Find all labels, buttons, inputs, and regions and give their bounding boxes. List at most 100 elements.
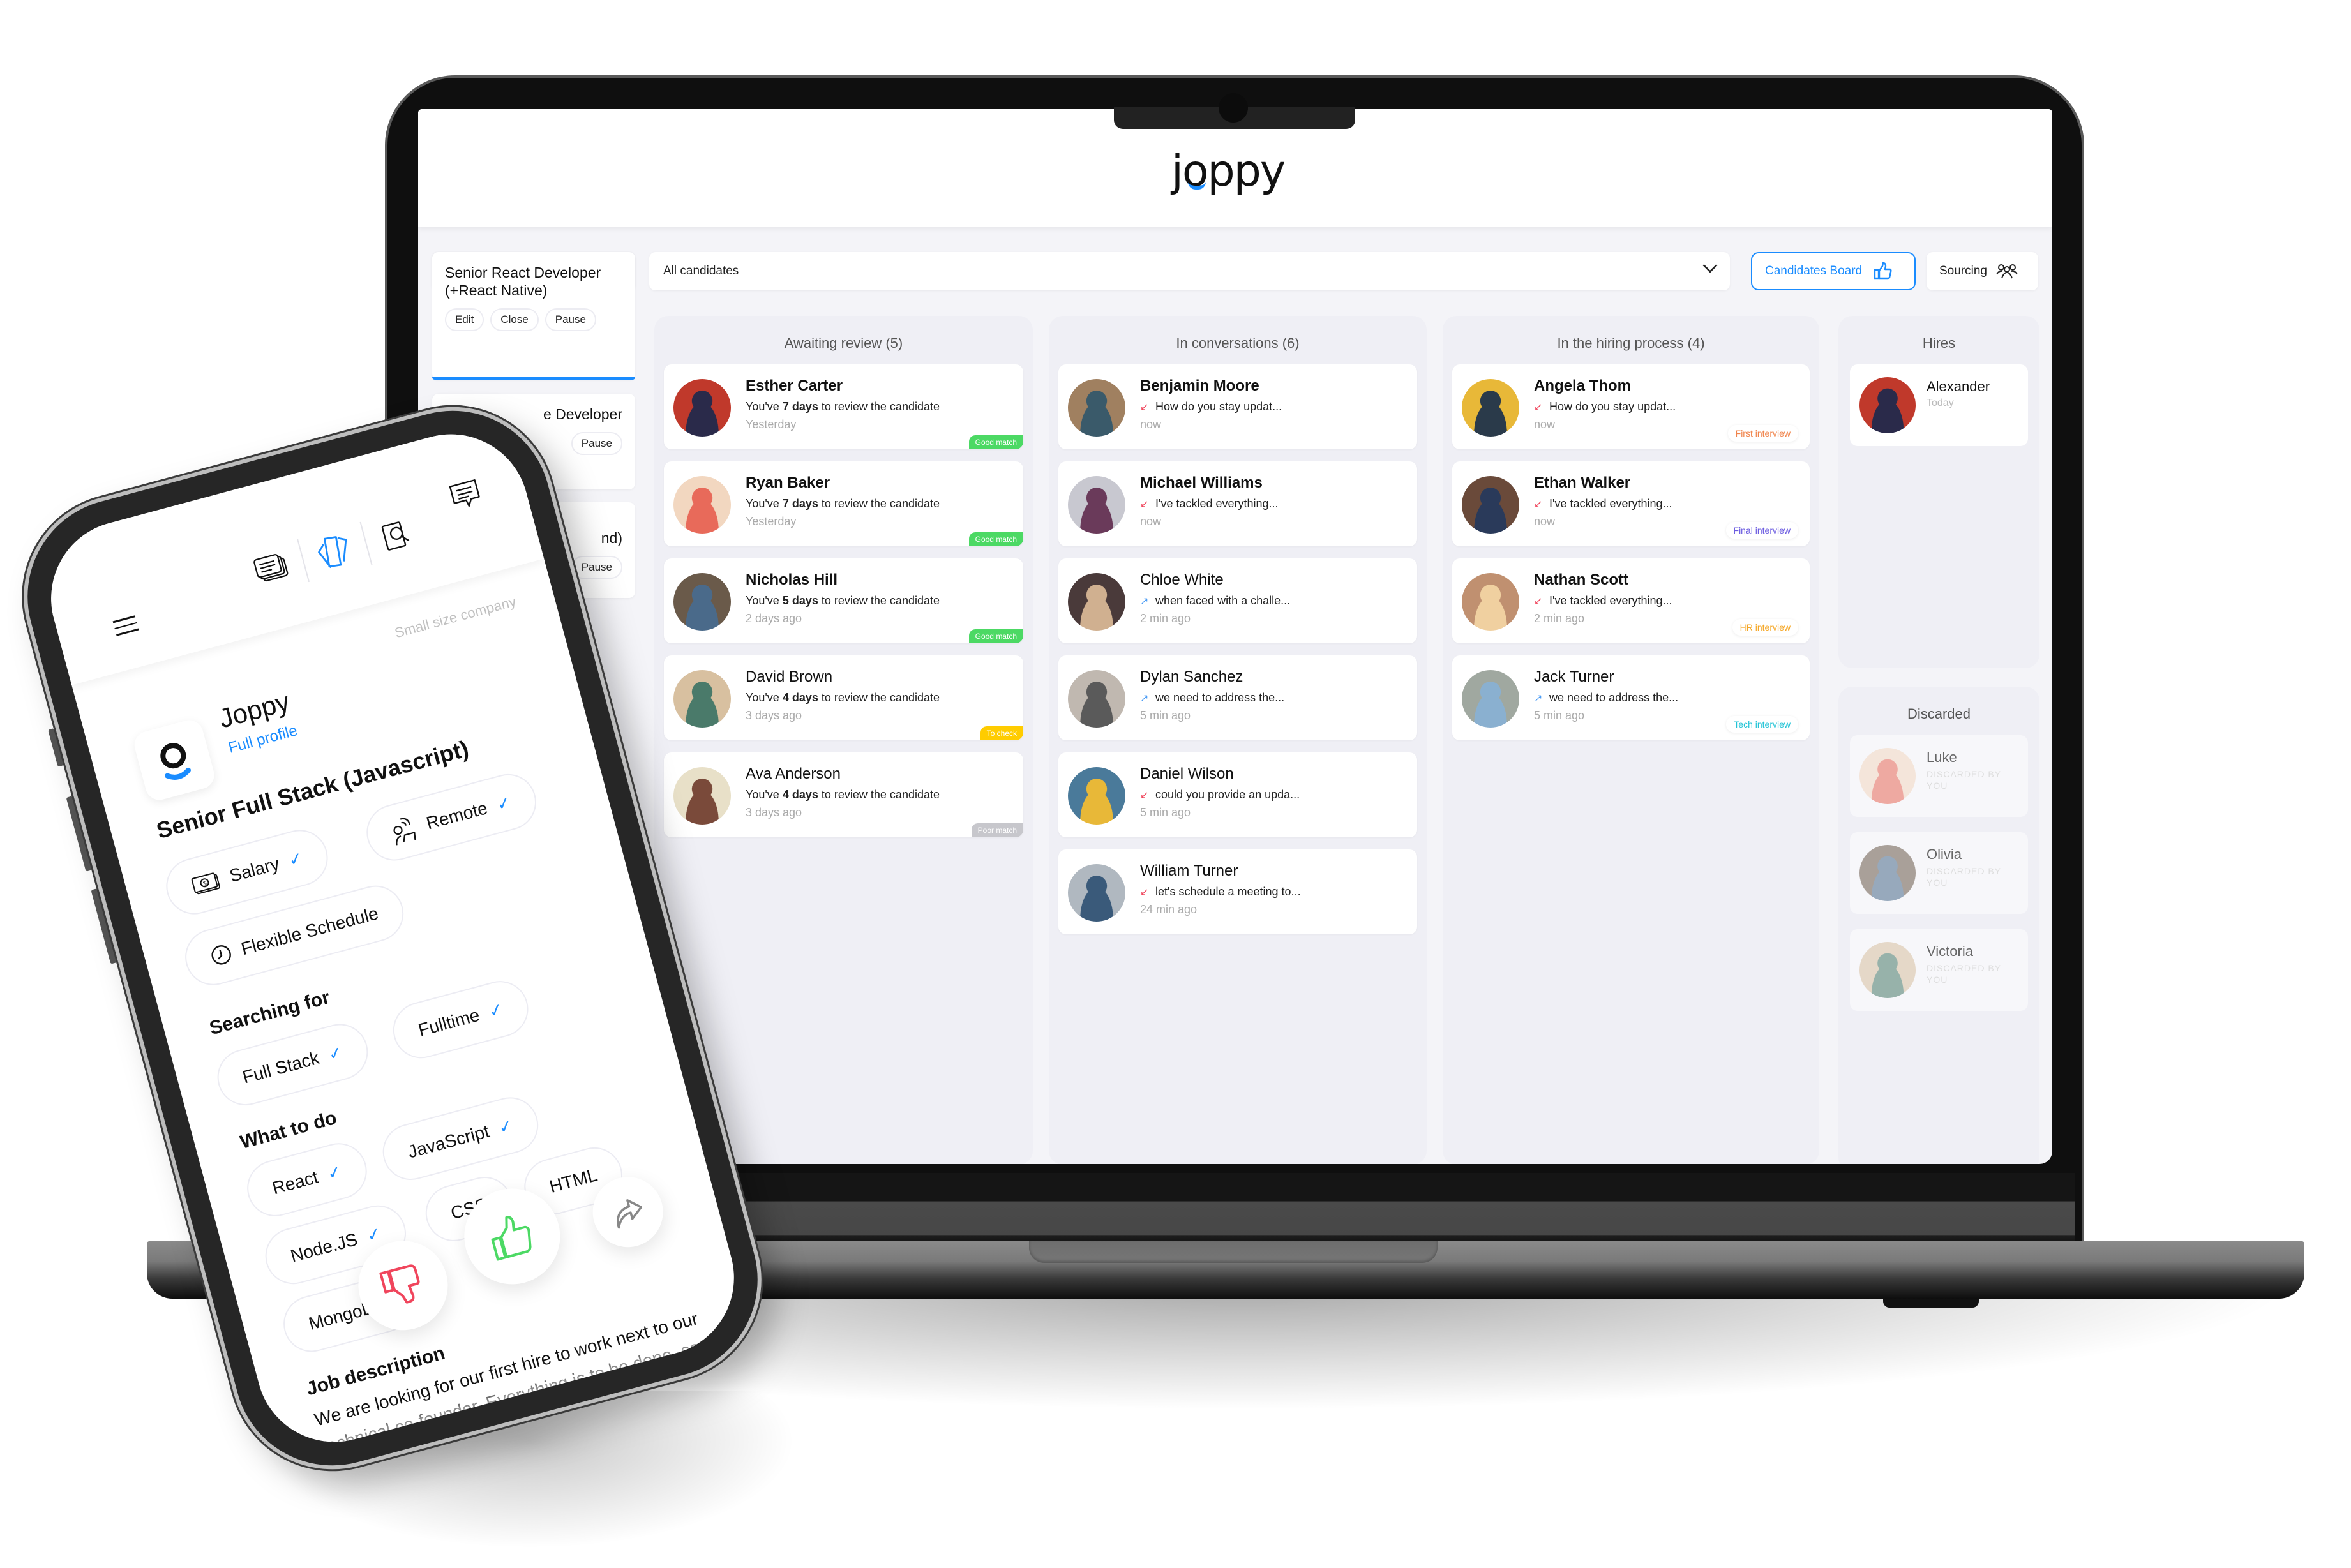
avatar[interactable] [1068,573,1125,631]
last-message: ↙ I've tackled everything... [1534,594,1672,608]
candidate-card[interactable]: Ava Anderson You've 4 days to review the … [664,752,1023,837]
candidate-card[interactable]: Dylan Sanchez ↗ we need to address the... 5… [1058,655,1417,740]
avatar[interactable] [1859,748,1916,804]
thumbs-up-icon [1874,262,1892,280]
candidate-name: Jack Turner [1534,668,1614,685]
message-time: 2 min ago [1534,612,1585,625]
avatar[interactable] [1068,379,1125,437]
avatar[interactable] [673,767,731,825]
candidate-card[interactable]: Chloe White ↗ when faced with a challe... 2… [1058,558,1417,643]
candidate-card[interactable]: Jack Turner ↗ we need to address the... 5 m… [1452,655,1810,740]
sourcing-label: Sourcing [1939,264,1987,278]
laptop-lid-opening-notch [1029,1241,1438,1263]
avatar[interactable] [673,573,731,631]
candidate-name: Ava Anderson [746,765,841,782]
offer-close-button[interactable]: Close [490,308,539,331]
brand-logo[interactable]: joppy [1171,142,1286,197]
message-time: now [1534,515,1556,528]
message-preview: we need to address the... [1155,691,1285,704]
candidate-card[interactable]: Benjamin Moore ↙ How do you stay updat... n… [1058,364,1417,449]
discarded-candidate-card[interactable]: Olivia DISCARDED BY YOU [1850,832,2028,914]
column-discarded: Discarded Luke DISCARDED BY YOU Olivia DISC… [1838,687,2039,1164]
last-message: ↙ How do you stay updat... [1140,400,1282,414]
avatar[interactable] [673,476,731,534]
deadline-prefix: You've [746,788,783,801]
hire-date: Today [1927,398,1954,408]
candidate-card[interactable]: Michael Williams ↙ I've tackled everything… [1058,461,1417,546]
incoming-message-arrow-icon: ↙ [1140,887,1149,898]
avatar[interactable] [1859,845,1916,901]
candidate-name: Victoria [1927,943,1973,959]
avatar[interactable] [1068,670,1125,728]
incoming-message-arrow-icon: ↙ [1534,596,1543,607]
incoming-message-arrow-icon: ↙ [1140,499,1149,510]
offer-pause-button[interactable]: Pause [571,432,622,455]
candidate-card[interactable]: Daniel Wilson ↙ could you provide an upda.… [1058,752,1417,837]
candidate-time: Yesterday [746,515,797,528]
candidate-name: Chloe White [1140,571,1224,588]
message-preview: I've tackled everything... [1155,497,1279,510]
message-preview: when faced with a challe... [1155,594,1291,607]
deadline-suffix: to review the candidate [818,788,940,801]
deadline-days: 4 days [782,691,818,704]
offer-title: Senior React Developer (+React Native) [445,264,601,299]
avatar[interactable] [673,379,731,437]
candidate-card[interactable]: Nathan Scott ↙ I've tackled everything... 2… [1452,558,1810,643]
message-preview: How do you stay updat... [1155,400,1282,413]
candidate-card[interactable]: Ethan Walker ↙ I've tackled everything... n… [1452,461,1810,546]
outgoing-message-arrow-icon: ↗ [1534,693,1543,704]
offer-pause-button[interactable]: Pause [545,308,596,331]
message-preview: we need to address the... [1549,691,1679,704]
candidate-card[interactable]: Angela Thom ↙ How do you stay updat... now F… [1452,364,1810,449]
discarded-by-label: DISCARDED BY YOU [1927,866,2001,888]
avatar[interactable] [1068,767,1125,825]
candidates-board-button[interactable]: Candidates Board [1751,252,1916,290]
candidate-name: Ryan Baker [746,474,830,491]
candidate-time: Yesterday [746,418,797,431]
candidate-name: Nathan Scott [1534,571,1629,588]
like-button[interactable] [453,1177,571,1295]
message-time: 5 min ago [1140,806,1191,819]
candidate-card[interactable]: David Brown You've 4 days to review the c… [664,655,1023,740]
message-time: now [1140,515,1162,528]
review-deadline: You've 4 days to review the candidate [746,691,940,705]
candidate-card[interactable]: Ryan Baker You've 7 days to review the ca… [664,461,1023,546]
deadline-prefix: You've [746,497,783,510]
logo-text: joppy [1171,146,1286,197]
message-time: 5 min ago [1534,709,1585,722]
avatar[interactable] [1462,379,1519,437]
avatar[interactable] [1462,573,1519,631]
deadline-days: 7 days [782,497,818,510]
avatar[interactable] [1068,864,1125,922]
discarded-candidate-card[interactable]: Luke DISCARDED BY YOU [1850,735,2028,817]
avatar[interactable] [1859,942,1916,998]
discarded-candidate-card[interactable]: Victoria DISCARDED BY YOU [1850,929,2028,1011]
message-time: 24 min ago [1140,903,1198,916]
offer-card[interactable]: Senior React Developer (+React Native) Ed… [432,252,635,380]
sourcing-button[interactable]: Sourcing [1927,252,2038,290]
message-preview: could you provide an upda... [1155,788,1300,801]
column-hires: Hires Alexander Today [1838,316,2039,668]
deadline-days: 5 days [782,594,818,607]
candidate-name: Luke [1927,749,1957,765]
column-hiring-process: In the hiring process (4) Angela Thom ↙ Ho… [1443,316,1819,1164]
webcam-icon [1219,93,1248,123]
interview-stage-badge: HR interview [1732,619,1798,636]
column-awaiting-review: Awaiting review (5) Esther Carter You've … [654,316,1033,1164]
avatar[interactable] [1068,476,1125,534]
column-title: Hires [1922,335,1956,351]
hired-candidate-card[interactable]: Alexander Today [1850,364,2028,446]
dislike-button[interactable] [348,1230,458,1341]
candidates-dropdown[interactable]: All candidates [649,252,1730,290]
incoming-message-arrow-icon: ↙ [1140,402,1149,413]
offer-edit-button[interactable]: Edit [445,308,484,331]
share-button[interactable] [585,1169,672,1255]
avatar[interactable] [1859,377,1916,433]
avatar[interactable] [1462,476,1519,534]
candidate-card[interactable]: William Turner ↙ let's schedule a meeting … [1058,849,1417,934]
avatar[interactable] [673,670,731,728]
candidate-card[interactable]: Esther Carter You've 7 days to review the… [664,364,1023,449]
avatar[interactable] [1462,670,1519,728]
candidate-card[interactable]: Nicholas Hill You've 5 days to review the… [664,558,1023,643]
offer-pause-button[interactable]: Pause [571,556,622,579]
